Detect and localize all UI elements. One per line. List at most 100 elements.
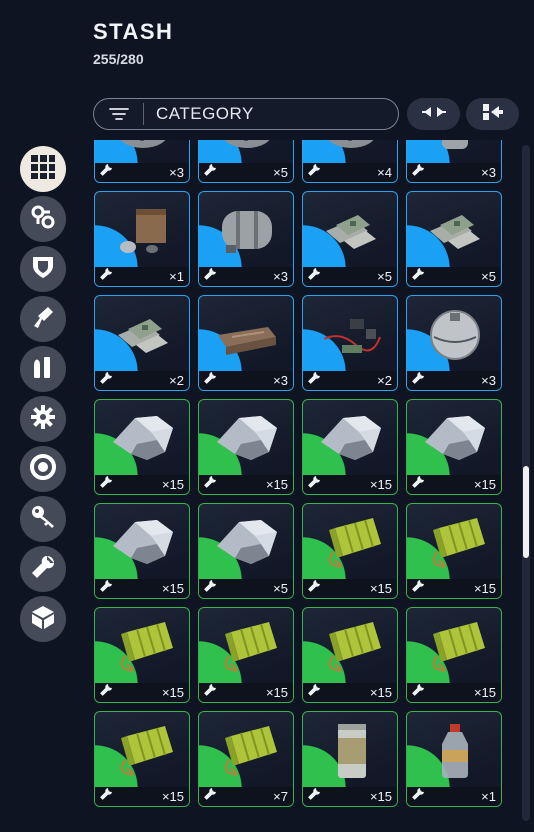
stash-item-slot[interactable]: ×1 xyxy=(406,711,502,807)
item-quantity: ×3 xyxy=(481,373,496,388)
item-quantity: ×15 xyxy=(369,685,392,700)
stash-item-slot[interactable]: ×3 xyxy=(94,140,190,183)
sidebar-item-components[interactable] xyxy=(20,396,66,442)
stash-item-slot[interactable]: ×15 xyxy=(406,503,502,599)
stash-item-slot[interactable]: ×15 xyxy=(94,503,190,599)
stash-item-slot[interactable]: ×5 xyxy=(198,503,294,599)
stash-item-slot[interactable]: ×5 xyxy=(198,140,294,183)
stash-item-slot[interactable]: ×15 xyxy=(94,607,190,703)
stash-item-slot[interactable]: ×15 xyxy=(198,607,294,703)
slot-footer: ×15 xyxy=(199,475,293,494)
craft-wrench-icon xyxy=(203,579,217,598)
sidebar-item-keys[interactable] xyxy=(20,496,66,542)
battery-pack-image xyxy=(107,720,179,782)
stash-item-slot[interactable]: ×2 xyxy=(302,295,398,391)
item-quantity: ×1 xyxy=(481,789,496,804)
item-quantity: ×5 xyxy=(273,581,288,596)
stash-item-slot[interactable]: ×15 xyxy=(406,399,502,495)
craft-wrench-icon xyxy=(411,579,425,598)
stash-grid: ×3 ×5 ×4 ×3 ×1 ×3 ×5 ×5 ×2 ×3 ×2 ×3 ×15 ×15 ×15 ×15 ×15 ×… xyxy=(94,140,502,807)
circuit-boards-image xyxy=(419,200,491,262)
battery-pack-image xyxy=(315,512,387,574)
category-sidebar xyxy=(20,146,66,646)
item-quantity: ×7 xyxy=(273,789,288,804)
stash-item-slot[interactable]: ×2 xyxy=(94,295,190,391)
slot-footer: ×3 xyxy=(407,163,501,182)
stash-item-slot[interactable]: ×5 xyxy=(302,191,398,287)
category-filter-dropdown[interactable]: CATEGORY xyxy=(93,98,399,130)
sidebar-item-shields[interactable] xyxy=(20,246,66,292)
item-quantity: ×5 xyxy=(377,269,392,284)
slot-footer: ×15 xyxy=(303,683,397,702)
scrollbar-thumb[interactable] xyxy=(523,466,529,558)
craft-wrench-icon xyxy=(307,683,321,702)
stash-item-slot[interactable]: ×3 xyxy=(198,295,294,391)
item-quantity: ×1 xyxy=(169,269,184,284)
stash-item-slot[interactable]: ×15 xyxy=(302,399,398,495)
item-quantity: ×3 xyxy=(169,165,184,180)
shield-icon xyxy=(30,254,56,285)
sidebar-item-materials[interactable] xyxy=(20,546,66,592)
stash-item-slot[interactable]: ×7 xyxy=(198,711,294,807)
sidebar-item-all[interactable] xyxy=(20,146,66,192)
item-quantity: ×3 xyxy=(273,269,288,284)
crate-and-parts-image xyxy=(107,200,179,262)
stash-item-slot[interactable]: ×15 xyxy=(94,711,190,807)
craft-wrench-icon xyxy=(203,475,217,494)
metal-scrap-image xyxy=(419,408,491,470)
sidebar-item-misc[interactable] xyxy=(20,596,66,642)
slot-footer: ×15 xyxy=(407,683,501,702)
metal-case-image xyxy=(211,304,283,366)
item-quantity: ×15 xyxy=(473,685,496,700)
craft-wrench-icon xyxy=(203,371,217,390)
item-quantity: ×3 xyxy=(273,373,288,388)
slot-footer: ×15 xyxy=(303,579,397,598)
wrench-icon xyxy=(30,554,56,585)
stash-item-slot[interactable]: ×15 xyxy=(94,399,190,495)
slot-footer: ×5 xyxy=(303,267,397,286)
gear-icon xyxy=(30,404,56,435)
stash-item-slot[interactable]: ×5 xyxy=(406,191,502,287)
stash-header: STASH 255/280 xyxy=(93,19,173,67)
craft-wrench-icon xyxy=(307,579,321,598)
battery-pack-image xyxy=(419,512,491,574)
item-quantity: ×15 xyxy=(161,581,184,596)
slot-footer: ×3 xyxy=(199,267,293,286)
collapse-button[interactable] xyxy=(407,98,460,130)
item-quantity: ×15 xyxy=(265,477,288,492)
stash-scrollbar[interactable] xyxy=(522,145,530,821)
slot-footer: ×3 xyxy=(199,371,293,390)
stash-item-slot[interactable]: ×1 xyxy=(94,191,190,287)
item-quantity: ×2 xyxy=(169,373,184,388)
craft-wrench-icon xyxy=(99,371,113,390)
metal-scrap-image xyxy=(211,512,283,574)
stash-item-slot[interactable]: ×15 xyxy=(198,399,294,495)
stash-item-slot[interactable]: ×15 xyxy=(406,607,502,703)
bottle-image xyxy=(419,720,491,782)
sidebar-item-attachments[interactable] xyxy=(20,196,66,242)
slot-footer: ×1 xyxy=(407,787,501,806)
sidebar-item-weapons[interactable] xyxy=(20,296,66,342)
craft-wrench-icon xyxy=(99,579,113,598)
stash-item-slot[interactable]: ×4 xyxy=(302,140,398,183)
sidebar-item-augments[interactable] xyxy=(20,446,66,492)
grid-icon xyxy=(30,154,56,185)
gun-icon xyxy=(30,304,56,335)
sort-button[interactable] xyxy=(466,98,519,130)
slot-footer: ×15 xyxy=(95,475,189,494)
battery-pack-image xyxy=(107,616,179,678)
craft-wrench-icon xyxy=(307,267,321,286)
slot-footer: ×15 xyxy=(407,475,501,494)
stash-item-slot[interactable]: ×3 xyxy=(406,295,502,391)
sidebar-item-ammo[interactable] xyxy=(20,346,66,392)
stash-grid-viewport: ×3 ×5 ×4 ×3 ×1 ×3 ×5 ×5 ×2 ×3 ×2 ×3 ×15 ×15 ×15 ×15 ×15 ×… xyxy=(94,140,510,832)
stash-item-slot[interactable]: ×15 xyxy=(302,711,398,807)
craft-wrench-icon xyxy=(307,475,321,494)
stash-item-slot[interactable]: ×3 xyxy=(198,191,294,287)
craft-wrench-icon xyxy=(411,371,425,390)
stash-item-slot[interactable]: ×15 xyxy=(302,503,398,599)
stash-capacity: 255/280 xyxy=(93,51,144,67)
stash-item-slot[interactable]: ×3 xyxy=(406,140,502,183)
stash-item-slot[interactable]: ×15 xyxy=(302,607,398,703)
circuit-boards-image xyxy=(315,200,387,262)
